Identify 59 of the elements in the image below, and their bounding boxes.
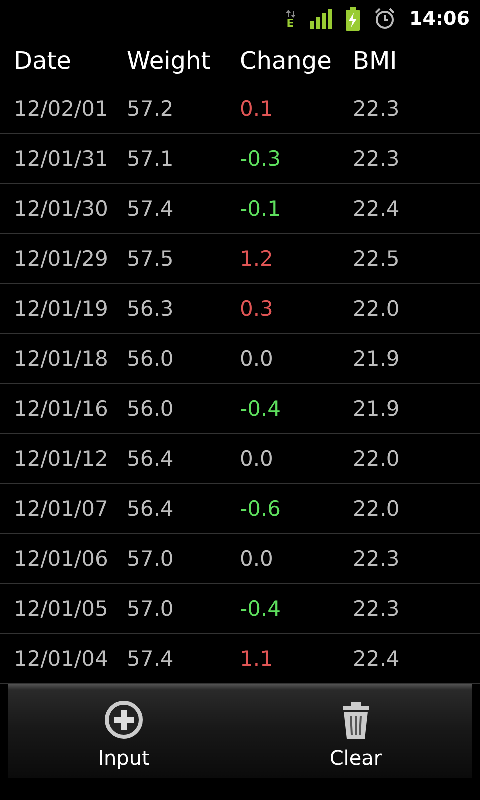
column-header: Weight (127, 47, 212, 75)
table-cell-text: 22.0 (353, 446, 401, 470)
clock-time: 14:06 (410, 8, 470, 30)
table-cell-text: 12/01/19 (14, 296, 110, 320)
table-cell-text: -0.6 (240, 496, 282, 520)
table-cell-text: 12/01/31 (14, 146, 110, 170)
table-cell-text: 57.0 (127, 596, 175, 620)
table-cell-text: -0.4 (240, 596, 282, 620)
toolbar-button[interactable]: Clear (240, 684, 472, 778)
signal-icon (310, 9, 332, 29)
table-cell-text: 12/01/07 (14, 496, 110, 520)
table-cell-text: -0.4 (240, 396, 282, 420)
table-cell-text: 22.0 (353, 296, 401, 320)
table-cell-text: 22.5 (353, 246, 401, 270)
table-cell-text: 0.3 (240, 296, 274, 320)
table-cell-text: 22.4 (353, 196, 401, 220)
table-cell-text: -0.3 (240, 146, 282, 170)
table-cell-text: 22.3 (353, 596, 401, 620)
table-cell-text: 56.3 (127, 296, 175, 320)
table-cell-text: 12/01/18 (14, 346, 110, 370)
table-cell-text: 12/01/12 (14, 446, 110, 470)
table-cell-text: 22.4 (353, 646, 401, 670)
table-cell-text: 0.0 (240, 546, 274, 570)
table-cell-text: 22.3 (353, 546, 401, 570)
table-cell-text: 57.0 (127, 546, 175, 570)
table-cell-text: 12/01/30 (14, 196, 110, 220)
table-cell-text: 56.4 (127, 446, 175, 470)
alarm-clock-icon (374, 8, 396, 30)
table-cell-text: 12/01/05 (14, 596, 110, 620)
column-header: Change (240, 47, 333, 75)
table-cell-text: 21.9 (353, 346, 401, 370)
table-cell-text: 12/01/04 (14, 646, 110, 670)
table-cell-text: 1.2 (240, 246, 274, 270)
table-cell-text: 22.3 (353, 96, 401, 120)
table-cell-text: 12/01/06 (14, 546, 110, 570)
table-cell-text: 57.4 (127, 646, 175, 670)
table-cell-text: -0.1 (240, 196, 282, 220)
table-cell-text: 0.0 (240, 446, 274, 470)
table-cell-text: 22.3 (353, 146, 401, 170)
table-cell-text: 56.0 (127, 396, 175, 420)
table-cell-text: 57.5 (127, 246, 175, 270)
table-cell-text: 21.9 (353, 396, 401, 420)
table-cell-text: 22.0 (353, 496, 401, 520)
table-cell-text: 0.0 (240, 346, 274, 370)
plus-circle-icon (104, 700, 144, 740)
column-header: BMI (353, 47, 398, 75)
table-cell-text: 1.1 (240, 646, 274, 670)
toolbar-button[interactable]: Input (8, 684, 240, 778)
table-cell-text: 12/01/16 (14, 396, 110, 420)
table-cell-text: 56.0 (127, 346, 175, 370)
table-cell-text: 56.4 (127, 496, 175, 520)
battery-charging-icon (346, 7, 360, 31)
table-cell-text: 57.1 (127, 146, 175, 170)
table-cell-text: 57.4 (127, 196, 175, 220)
table-cell-text: 0.1 (240, 96, 274, 120)
table-cell-text: 57.2 (127, 96, 175, 120)
table-cell-text: 12/02/01 (14, 96, 110, 120)
table-cell-text: 12/01/29 (14, 246, 110, 270)
column-header: Date (14, 47, 72, 75)
